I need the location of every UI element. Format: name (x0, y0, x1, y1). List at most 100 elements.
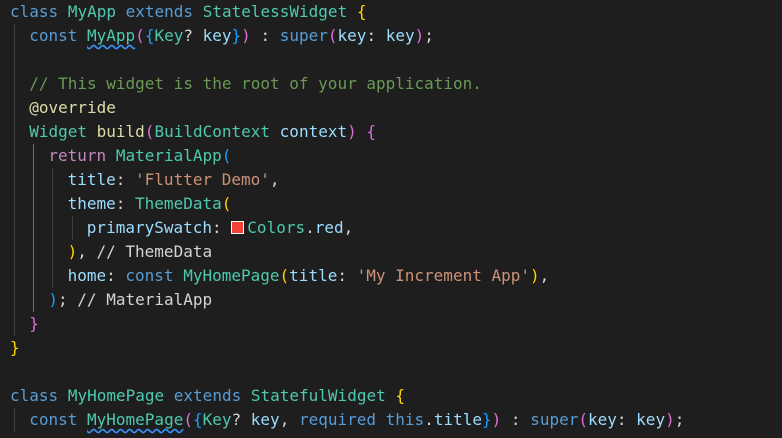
indent-guide (14, 168, 15, 192)
code-line[interactable]: class MyHomePage extends StatefulWidget … (0, 384, 782, 408)
indent-guide (33, 216, 35, 240)
code-token: ( (144, 122, 155, 141)
code-token: } (29, 314, 39, 333)
code-token: ( (221, 194, 232, 213)
code-line[interactable]: } (0, 336, 782, 360)
indent-guide (14, 144, 15, 168)
indent-guide (14, 288, 15, 312)
indent-guide (14, 120, 15, 144)
code-token: const (29, 26, 78, 45)
code-token: MaterialApp (115, 146, 222, 165)
code-token: Colors (247, 218, 306, 237)
code-token: ) (665, 410, 675, 429)
code-token: , (279, 410, 299, 429)
code-line[interactable]: ); // MaterialApp (0, 288, 782, 312)
color-swatch-icon[interactable] (231, 221, 245, 234)
code-token: theme (67, 194, 116, 213)
indent-guide (14, 312, 15, 336)
code-line[interactable]: primarySwatch: Colors.red, (0, 216, 782, 240)
code-token: : (115, 194, 136, 213)
line-text: ), // ThemeData (68, 240, 213, 264)
code-token: ) (347, 122, 357, 141)
line-text: return MaterialApp( (48, 144, 231, 168)
line-text: @override (29, 96, 116, 120)
line-text: home: const MyHomePage(title: 'My Increm… (68, 264, 550, 288)
code-token: ; (674, 410, 685, 429)
line-text: const MyHomePage({Key? key, required thi… (29, 408, 684, 432)
indent-guide (14, 240, 15, 264)
line-text: // This widget is the root of your appli… (29, 72, 482, 96)
code-token: red (314, 218, 344, 237)
code-token: super (530, 410, 579, 429)
code-token: build (96, 122, 145, 141)
indent-guide (33, 264, 35, 288)
code-token: MyHomePage (67, 386, 165, 405)
code-token: // MaterialApp (77, 290, 213, 309)
line-text: title: 'Flutter Demo', (68, 168, 280, 192)
code-editor[interactable]: class MyApp extends StatelessWidget {con… (0, 0, 782, 438)
code-line[interactable] (0, 360, 782, 384)
code-token: this (385, 410, 425, 429)
code-token: context (279, 122, 348, 141)
code-token: { (144, 26, 155, 45)
line-text: primarySwatch: Colors.red, (87, 216, 353, 240)
code-token: ; (424, 26, 434, 45)
code-line[interactable]: ), // ThemeData (0, 240, 782, 264)
code-token: Key (154, 26, 184, 45)
line-text: class MyHomePage extends StatefulWidget … (10, 384, 405, 408)
code-token: ) (530, 266, 540, 285)
lint-warning-token: MyHomePage (87, 410, 184, 429)
indent-guide (14, 408, 15, 432)
code-line[interactable]: // This widget is the root of your appli… (0, 72, 782, 96)
code-token: ) (48, 290, 59, 309)
code-line[interactable]: @override (0, 96, 782, 120)
code-token: // ThemeData (96, 242, 213, 261)
code-token: , (343, 218, 354, 237)
line-text: ); // MaterialApp (48, 288, 212, 312)
code-line[interactable]: Widget build(BuildContext context) { (0, 120, 782, 144)
line-text: const MyApp({Key? key}) : super(key: key… (29, 24, 434, 48)
code-line[interactable]: home: const MyHomePage(title: 'My Increm… (0, 264, 782, 288)
code-line[interactable]: class MyApp extends StatelessWidget { (0, 0, 782, 24)
indent-guide (52, 264, 54, 288)
code-token: Widget (29, 122, 87, 141)
code-line[interactable] (0, 48, 782, 72)
code-token: . (305, 218, 315, 237)
code-token: title (67, 170, 116, 189)
code-line[interactable]: return MaterialApp( (0, 144, 782, 168)
indent-guide (14, 48, 15, 72)
indent-guide (14, 264, 15, 288)
code-line[interactable]: } (0, 312, 782, 336)
code-line[interactable]: theme: ThemeData( (0, 192, 782, 216)
lint-warning-token: MyApp (87, 26, 136, 45)
code-token: : (250, 26, 280, 45)
code-token: title (433, 410, 482, 429)
code-token: 'My Increment App' (356, 266, 530, 285)
code-token: key (337, 26, 367, 45)
indent-guide (33, 144, 35, 168)
code-token: Key (202, 410, 232, 429)
code-line[interactable]: const MyApp({Key? key}) : super(key: key… (0, 24, 782, 48)
code-token: MyApp (67, 2, 116, 21)
code-token: ) (414, 26, 425, 45)
code-token: ( (578, 410, 588, 429)
code-token: } (482, 410, 492, 429)
code-line[interactable]: title: 'Flutter Demo', (0, 168, 782, 192)
code-token: key (385, 26, 415, 45)
code-lines: class MyApp extends StatelessWidget {con… (0, 0, 782, 432)
code-token: key (636, 410, 666, 429)
code-line[interactable]: const MyHomePage({Key? key, required thi… (0, 408, 782, 432)
code-token: { (356, 2, 367, 21)
code-token: : (501, 410, 531, 429)
line-text: Widget build(BuildContext context) { (29, 120, 376, 144)
code-token: return (48, 146, 107, 165)
code-token: { (366, 122, 377, 141)
